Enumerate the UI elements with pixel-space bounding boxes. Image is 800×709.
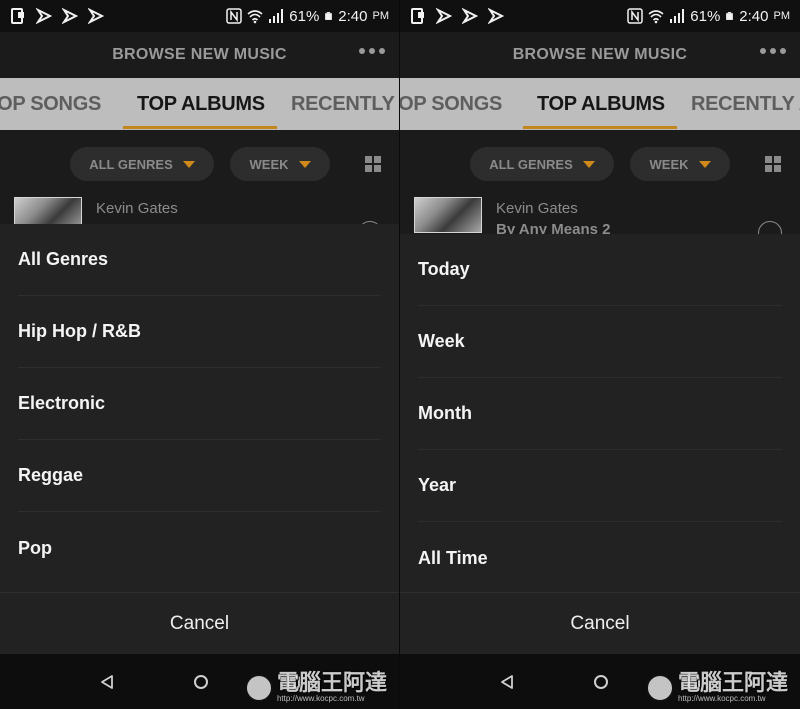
caret-down-icon <box>582 160 595 168</box>
active-tab-indicator <box>523 126 677 129</box>
period-filter-label: WEEK <box>649 156 689 172</box>
app-notification-icon <box>488 8 504 24</box>
wifi-icon <box>247 10 263 24</box>
tab-recently-added[interactable]: RECENTLY A <box>291 78 399 130</box>
watermark-url: http://www.kocpc.com.tw <box>677 694 766 703</box>
genre-bottom-sheet: All Genres Hip Hop / R&B Electronic Regg… <box>0 224 399 709</box>
app-bar: BROWSE NEW MUSIC <box>0 32 399 77</box>
cancel-button[interactable]: Cancel <box>400 592 800 654</box>
clock-ampm: PM <box>372 10 390 22</box>
genre-filter-button[interactable]: ALL GENRES <box>470 147 614 181</box>
signal-icon <box>269 9 284 23</box>
more-options-icon[interactable] <box>760 48 786 54</box>
app-notification-icon <box>62 8 78 24</box>
menu-option-today[interactable]: Today <box>418 234 782 306</box>
menu-option-year[interactable]: Year <box>418 450 782 522</box>
filter-bar: ALL GENRES WEEK <box>400 130 800 200</box>
signal-icon <box>670 9 685 23</box>
nfc-icon <box>226 8 243 24</box>
menu-option-all-genres[interactable]: All Genres <box>18 224 381 296</box>
tab-bar: OP SONGS TOP ALBUMS RECENTLY A <box>0 78 399 130</box>
wifi-icon <box>648 10 664 24</box>
status-bar: 61% 2:40 PM <box>400 0 800 32</box>
artist-name: Kevin Gates <box>496 200 578 217</box>
period-filter-button[interactable]: WEEK <box>630 147 730 181</box>
tab-top-songs[interactable]: OP SONGS <box>0 78 101 130</box>
tab-top-songs[interactable]: OP SONGS <box>400 78 502 130</box>
app-bar: BROWSE NEW MUSIC <box>400 32 800 77</box>
watermark-url: http://www.kocpc.com.tw <box>276 694 365 703</box>
menu-option-reggae[interactable]: Reggae <box>18 440 381 512</box>
menu-option-month[interactable]: Month <box>418 378 782 450</box>
phone-notification-icon <box>11 8 24 24</box>
mascot-icon <box>244 673 273 702</box>
period-filter-button[interactable]: WEEK <box>230 147 330 181</box>
genre-filter-button[interactable]: ALL GENRES <box>70 147 214 181</box>
phone-notification-icon <box>411 8 424 24</box>
active-tab-indicator <box>123 126 277 129</box>
filter-bar: ALL GENRES WEEK <box>0 130 399 200</box>
caret-down-icon <box>698 160 711 168</box>
home-icon[interactable] <box>594 674 608 689</box>
period-bottom-sheet: Today Week Month Year All Time Cancel <box>400 234 800 709</box>
home-icon[interactable] <box>193 674 208 689</box>
more-options-icon[interactable] <box>359 48 385 54</box>
mascot-icon <box>645 673 674 702</box>
page-title: BROWSE NEW MUSIC <box>112 45 287 63</box>
status-bar: 61% 2:40 PM <box>0 0 399 32</box>
genre-filter-label: ALL GENRES <box>89 156 173 172</box>
battery-icon <box>726 12 734 20</box>
caret-down-icon <box>298 160 311 168</box>
clock-ampm: PM <box>773 10 791 22</box>
menu-option-electronic[interactable]: Electronic <box>18 368 381 440</box>
album-art <box>414 197 482 233</box>
battery-percent: 61% <box>289 7 320 25</box>
app-notification-icon <box>36 8 52 24</box>
watermark-logo: 電腦王阿達 <box>276 670 387 695</box>
watermark-logo: 電腦王阿達 <box>677 670 788 695</box>
grid-view-icon[interactable] <box>365 156 381 172</box>
menu-option-pop[interactable]: Pop <box>18 512 381 584</box>
period-filter-label: WEEK <box>249 156 289 172</box>
battery-icon <box>325 12 333 20</box>
back-icon[interactable] <box>100 674 114 689</box>
phone-genre-picker: 61% 2:40 PM BROWSE NEW MUSIC OP SONGS TO… <box>0 0 400 709</box>
artist-name: Kevin Gates <box>96 200 178 217</box>
clock-time: 2:40 <box>338 7 368 25</box>
app-notification-icon <box>436 8 452 24</box>
caret-down-icon <box>182 160 195 168</box>
menu-option-week[interactable]: Week <box>418 306 782 378</box>
cancel-button[interactable]: Cancel <box>0 592 399 654</box>
menu-option-all-time[interactable]: All Time <box>418 522 782 594</box>
clock-time: 2:40 <box>739 7 769 25</box>
battery-percent: 61% <box>690 7 721 25</box>
app-notification-icon <box>88 8 104 24</box>
tab-bar: OP SONGS TOP ALBUMS RECENTLY A <box>400 78 800 130</box>
page-title: BROWSE NEW MUSIC <box>512 45 688 63</box>
tab-top-albums[interactable]: TOP ALBUMS <box>137 78 265 130</box>
genre-filter-label: ALL GENRES <box>489 156 573 172</box>
tab-top-albums[interactable]: TOP ALBUMS <box>537 78 665 130</box>
tab-recently-added[interactable]: RECENTLY A <box>691 78 800 130</box>
menu-option-hip-hop[interactable]: Hip Hop / R&B <box>18 296 381 368</box>
list-item[interactable]: Kevin Gates By Any Means 2 <box>400 195 800 245</box>
back-icon[interactable] <box>500 674 514 689</box>
watermark: 電腦王阿達 http://www.kocpc.com.tw <box>244 670 387 703</box>
phone-period-picker: 61% 2:40 PM BROWSE NEW MUSIC OP SONGS TO… <box>400 0 800 709</box>
app-notification-icon <box>462 8 478 24</box>
nfc-icon <box>627 8 644 24</box>
watermark: 電腦王阿達 http://www.kocpc.com.tw <box>645 670 788 703</box>
grid-view-icon[interactable] <box>765 156 781 172</box>
